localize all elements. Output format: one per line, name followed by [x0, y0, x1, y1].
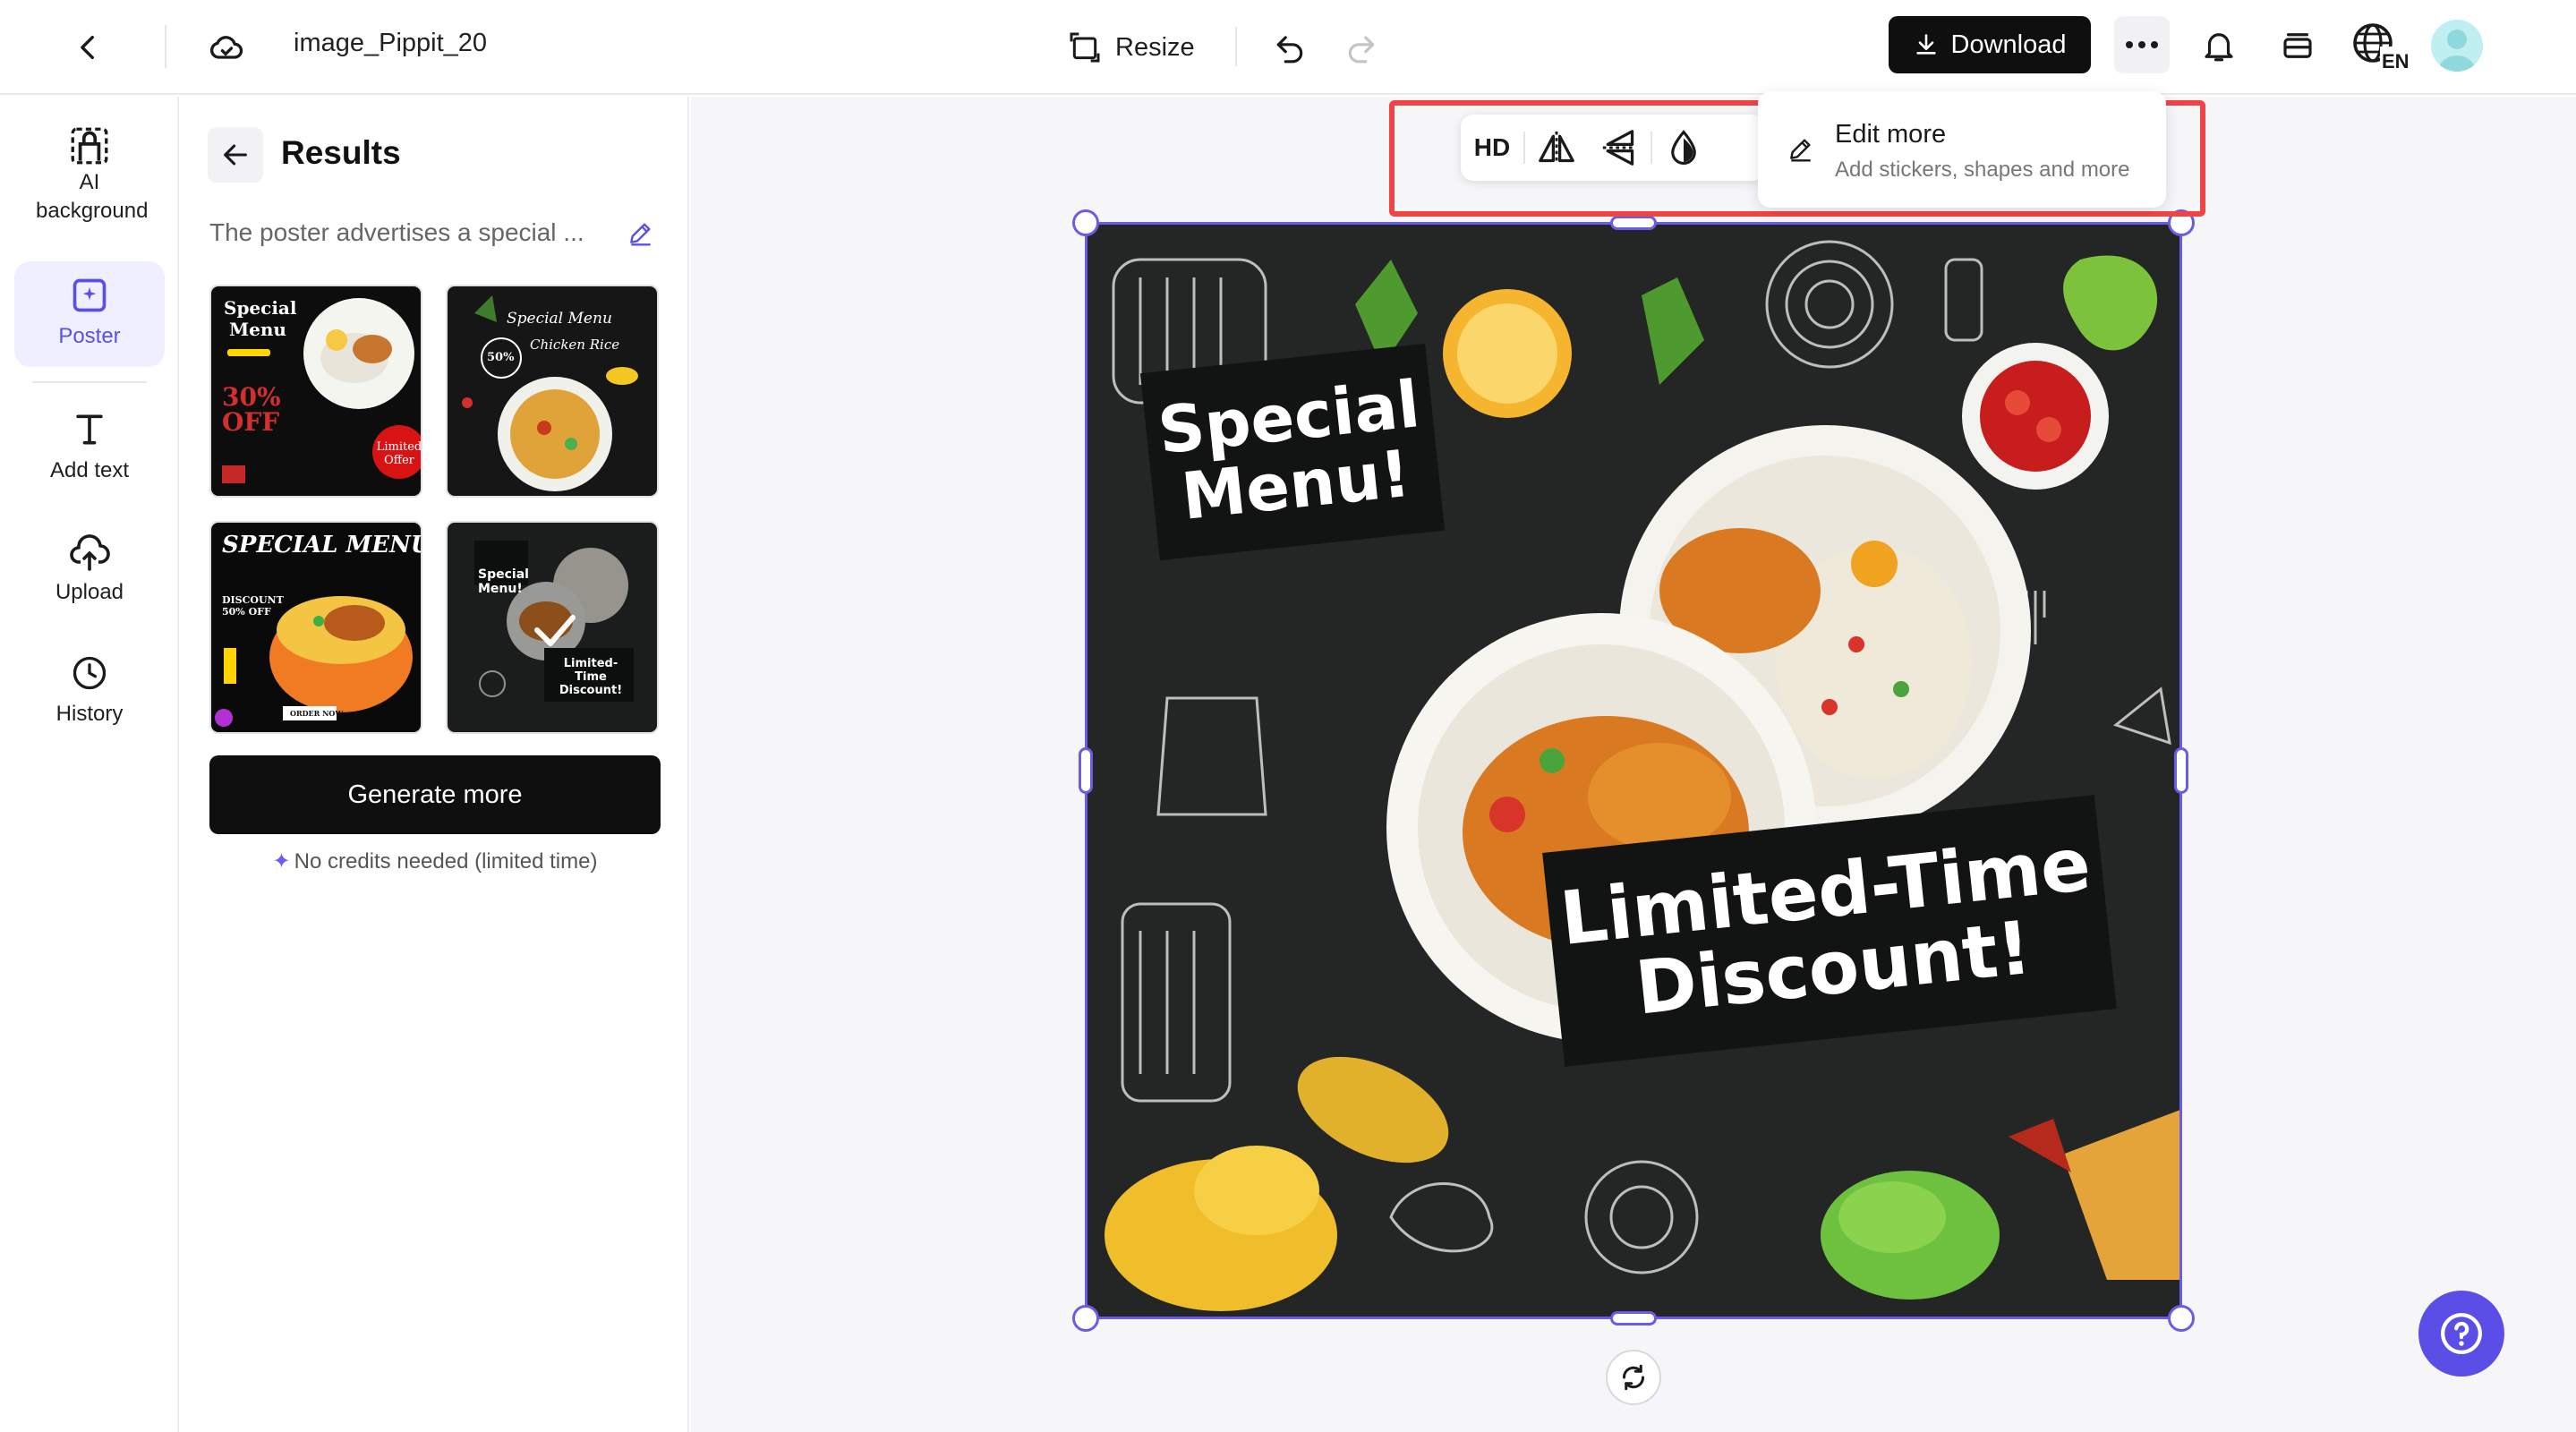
bell-icon: [2205, 33, 2233, 62]
divider: [165, 25, 166, 68]
back-button[interactable]: [61, 20, 116, 75]
result-thumbnail-1[interactable]: Special Menu 30% OFF Limited Offer: [209, 285, 422, 498]
rail-item-poster[interactable]: Poster: [14, 261, 165, 367]
results-title: Results: [281, 134, 401, 171]
chevron-left-icon: [81, 35, 94, 60]
resize-handle-bottom-right[interactable]: [2168, 1305, 2195, 1332]
rail-item-add-text[interactable]: Add text: [14, 410, 165, 499]
avatar-icon: [2438, 30, 2476, 72]
document-title[interactable]: image_Pippit_20: [294, 29, 487, 58]
undo-icon: [1276, 36, 1303, 64]
more-options-button[interactable]: [2114, 16, 2170, 73]
resize-handle-left[interactable]: [1079, 747, 1093, 794]
thumb-badge: ORDER NOW: [290, 709, 344, 718]
rail-item-label: AI background: [36, 170, 149, 223]
thumb-subtitle: Limited-Time Discount!: [559, 657, 623, 697]
rail-item-label: History: [55, 702, 124, 726]
resize-handle-bottom[interactable]: [1610, 1311, 1657, 1325]
thumb-title: Special Menu!: [478, 567, 529, 596]
resize-icon: [1070, 32, 1100, 63]
help-question-icon: [2441, 1313, 2482, 1354]
layers-stack-icon: [2283, 33, 2312, 58]
divider: [1235, 27, 1237, 66]
rail-item-label: Upload: [55, 580, 124, 604]
thumb-title: Special Menu: [507, 310, 612, 328]
arrow-left-icon: [224, 144, 247, 166]
notifications-button[interactable]: [2191, 18, 2247, 73]
thumbnail-image: [448, 523, 657, 732]
upload-icon: [70, 534, 110, 571]
cloud-sync-button[interactable]: [199, 20, 254, 75]
help-button[interactable]: [2418, 1291, 2504, 1377]
ai-background-icon: [71, 127, 108, 165]
result-thumbnail-4-selected[interactable]: Special Menu! Limited-Time Discount!: [446, 521, 659, 734]
svg-text:EN: EN: [2382, 50, 2409, 70]
result-thumbnail-2[interactable]: Special Menu Chicken Rice 50%: [446, 285, 659, 498]
edit-more-subtitle: Add stickers, shapes and more: [1835, 158, 2130, 182]
credits-note: ✦ No credits needed (limited time): [209, 848, 661, 874]
rail-item-history[interactable]: History: [14, 653, 165, 743]
more-dots-icon: [2126, 41, 2158, 48]
cloud-icon: [209, 36, 243, 59]
thumb-subtitle: Chicken Rice: [530, 337, 620, 353]
result-thumbnail-3[interactable]: SPECIAL MENU DISCOUNT 50% OFF ORDER NOW: [209, 521, 422, 734]
resize-label: Resize: [1115, 32, 1195, 62]
credits-text: No credits needed (limited time): [294, 849, 598, 874]
history-icon: [73, 656, 107, 690]
resize-handle-top-left[interactable]: [1072, 209, 1099, 236]
workspace-button[interactable]: [2270, 18, 2325, 73]
resize-handle-top[interactable]: [1610, 216, 1657, 230]
prompt-text: The poster advertises a special ...: [209, 218, 584, 246]
edit-prompt-button[interactable]: [623, 215, 659, 251]
text-icon: [76, 414, 103, 445]
globe-icon: EN: [2353, 23, 2409, 70]
generate-more-button[interactable]: Generate more: [209, 755, 661, 834]
thumb-title: Special: [224, 297, 297, 319]
thumb-subtitle: DISCOUNT 50% OFF: [222, 594, 284, 618]
thumb-subtitle: Menu: [229, 319, 286, 340]
resize-button[interactable]: Resize: [1067, 20, 1195, 75]
language-button[interactable]: EN: [2349, 18, 2411, 73]
pencil-icon: [630, 223, 651, 246]
thumb-discount: 30% OFF: [222, 382, 281, 437]
undo-button[interactable]: [1262, 20, 1318, 75]
rail-item-ai-background[interactable]: AI background: [14, 124, 165, 240]
thumb-badge: 50%: [487, 351, 515, 364]
rail-item-upload[interactable]: Upload: [14, 532, 165, 621]
sparkle-icon: ✦: [272, 849, 291, 874]
thumb-title: SPECIAL MENU: [222, 532, 422, 558]
user-avatar[interactable]: [2431, 20, 2483, 72]
poster-image[interactable]: Special Menu! Limited-Time Discount!: [1087, 224, 2180, 1317]
top-bar: image_Pippit_20 Resize Download EN: [0, 0, 2576, 95]
poster-icon: [73, 278, 107, 312]
redo-button[interactable]: [1334, 20, 1389, 75]
thumb-badge: Limited Offer: [376, 440, 422, 467]
rail-item-label: Poster: [58, 324, 121, 348]
resize-handle-right[interactable]: [2174, 747, 2188, 794]
redo-icon: [1348, 36, 1375, 64]
edit-more-menu[interactable]: Edit more Add stickers, shapes and more: [1758, 91, 2166, 208]
download-label: Download: [1950, 30, 2067, 59]
download-button[interactable]: Download: [1889, 16, 2091, 73]
pencil-icon: [1790, 139, 1811, 162]
divider: [32, 381, 147, 383]
download-icon: [1915, 34, 1936, 55]
rotate-button[interactable]: [1606, 1350, 1661, 1405]
results-back-button[interactable]: [208, 127, 263, 183]
rail-item-label: Add text: [49, 458, 130, 482]
edit-more-title: Edit more: [1835, 120, 1947, 149]
rotate-icon: [1622, 1364, 1645, 1391]
poster-headline-banner: Special Menu!: [1139, 343, 1446, 561]
resize-handle-bottom-left[interactable]: [1072, 1305, 1099, 1332]
